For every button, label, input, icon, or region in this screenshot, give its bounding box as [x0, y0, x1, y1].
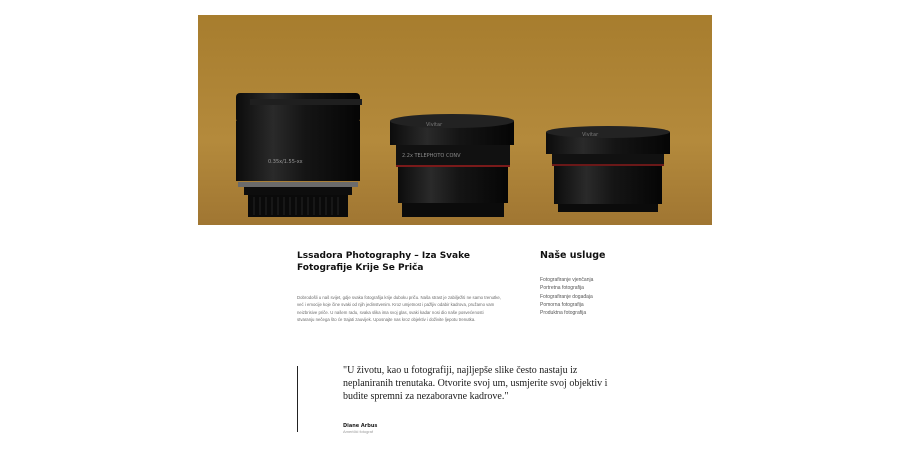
lenses-illustration: 0.35x/1.55-xx Vivitar 2.2x TELEPHOTO CON… [198, 15, 712, 225]
services-list: Fotografiranje vjenčanja Portretna fotog… [540, 276, 660, 317]
list-item: Fotografiranje događaja [540, 293, 593, 300]
intro-title: Lssadora Photography – Iza Svake Fotogra… [297, 251, 470, 273]
hero-image: 0.35x/1.55-xx Vivitar 2.2x TELEPHOTO CON… [198, 15, 712, 225]
svg-text:Vivitar: Vivitar [582, 132, 599, 138]
list-item: Pomorna fotografija [540, 301, 584, 308]
intro-body: Dobrodošli u naš svijet, gdje svaka foto… [297, 295, 501, 323]
quote-section: "U životu, kao u fotografiji, najljepše … [343, 364, 618, 435]
lens-3: Vivitar [546, 126, 670, 212]
svg-text:2.2x TELEPHOTO CONV: 2.2x TELEPHOTO CONV [402, 153, 461, 159]
lens-2: Vivitar 2.2x TELEPHOTO CONV [390, 114, 514, 217]
list-item: Produktna fotografija [540, 310, 587, 317]
svg-text:0.35x/1.55-xx: 0.35x/1.55-xx [268, 159, 303, 165]
lens-1: 0.35x/1.55-xx [236, 93, 362, 217]
svg-text:Vivitar: Vivitar [426, 122, 443, 128]
services-title: Naše usluge [540, 250, 606, 261]
intro-section: Lssadora Photography – Iza Svake Fotogra… [297, 250, 501, 324]
list-item: Fotografiranje vjenčanja [540, 277, 594, 283]
quote-author-role: Američki fotograf [343, 428, 374, 434]
quote-text: "U životu, kao u fotografiji, najljepše … [343, 365, 608, 403]
list-item: Portretna fotografija [540, 285, 584, 292]
services-section: Naše usluge Fotografiranje vjenčanja Por… [540, 250, 660, 317]
quote-divider [297, 366, 298, 432]
